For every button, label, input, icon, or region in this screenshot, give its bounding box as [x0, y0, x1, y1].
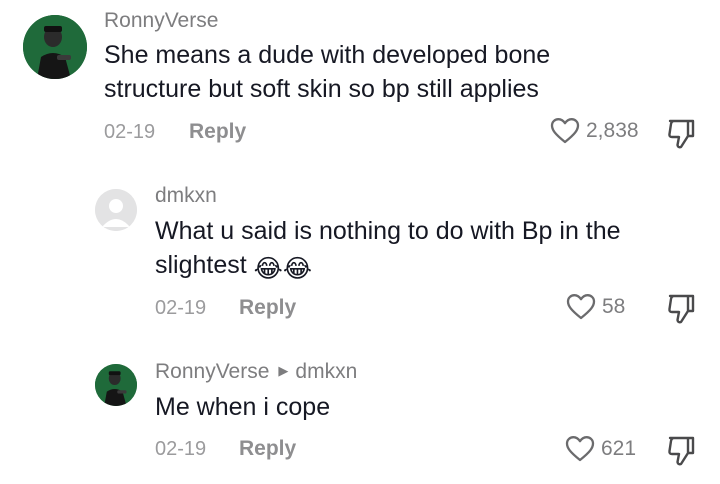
reply-button[interactable]: Reply — [239, 296, 296, 320]
laughing-emoji-icon: 😂 — [253, 255, 283, 283]
comment-username[interactable]: dmkxn — [155, 184, 217, 208]
thumbs-down-icon — [668, 436, 695, 466]
like-count: 58 — [602, 295, 626, 318]
comment-text-content: What u said is nothing to do with Bp in … — [155, 217, 621, 279]
comment-text: Me when i cope — [155, 393, 331, 421]
laughing-emoji-icon: 😂 — [282, 255, 313, 283]
reply-to-username[interactable]: dmkxn — [295, 360, 357, 383]
dislike-button[interactable] — [666, 118, 696, 155]
heart-outline-icon — [566, 294, 596, 320]
comment-item: RonnyVerse She means a dude with develop… — [0, 0, 720, 160]
default-avatar-icon — [95, 189, 137, 231]
comment-text: She means a dude with developed bone str… — [104, 41, 551, 103]
heart-outline-icon — [565, 436, 595, 462]
avatar-photo-icon — [23, 15, 87, 79]
comment-item: dmkxn What u said is nothing to do with … — [0, 170, 720, 330]
like-count: 621 — [601, 437, 637, 460]
thumbs-down-icon — [668, 294, 695, 324]
comment-item: RonnyVerse ▶ dmkxn Me when i cope 02-19 Re… — [0, 350, 720, 484]
avatar[interactable] — [95, 189, 137, 231]
reply-button[interactable]: Reply — [239, 437, 296, 461]
like-button[interactable]: 58 — [566, 293, 625, 321]
like-button[interactable]: 621 — [565, 435, 636, 463]
comment-date: 02-19 — [104, 121, 156, 143]
avatar-photo-icon — [95, 364, 137, 406]
dislike-button[interactable] — [666, 435, 696, 472]
comment-username[interactable]: RonnyVerse — [155, 360, 269, 383]
comment-username-line: RonnyVerse ▶ dmkxn — [155, 360, 357, 384]
thumbs-down-icon — [668, 119, 695, 149]
comment-date: 02-19 — [155, 438, 207, 460]
caret-right-icon: ▶ — [278, 363, 289, 378]
reply-button[interactable]: Reply — [189, 120, 246, 144]
heart-outline-icon — [550, 118, 580, 144]
dislike-button[interactable] — [666, 293, 696, 330]
comment-username[interactable]: RonnyVerse — [104, 9, 218, 33]
like-count: 2,838 — [586, 119, 639, 142]
like-button[interactable]: 2,838 — [550, 117, 639, 145]
comment-text: What u said is nothing to do with Bp in … — [155, 214, 685, 286]
comment-date: 02-19 — [155, 297, 207, 319]
avatar[interactable] — [95, 364, 137, 406]
avatar[interactable] — [23, 15, 87, 79]
